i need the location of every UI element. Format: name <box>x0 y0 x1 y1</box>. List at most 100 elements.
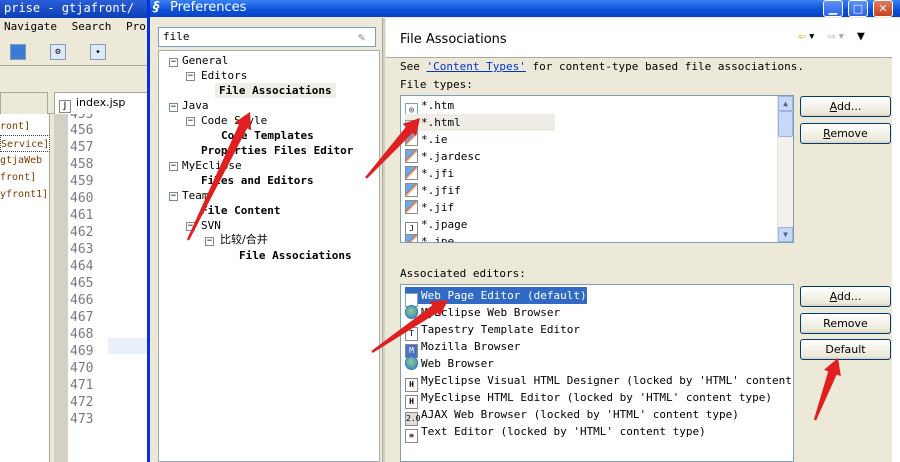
list-item[interactable]: MyEclipse Web Browser <box>405 304 560 321</box>
menu-search[interactable]: Search <box>72 20 112 33</box>
add-file-type-button[interactable]: Add... <box>800 96 891 117</box>
tree-item-team[interactable]: Team <box>182 188 209 203</box>
list-item[interactable]: Web Browser <box>405 355 494 372</box>
tree-item-files-and-editors[interactable]: Files and Editors <box>201 173 314 188</box>
list-item[interactable]: *.jfi <box>405 165 454 182</box>
content-types-link[interactable]: 'Content Types' <box>427 60 526 73</box>
list-item[interactable]: H MyEclipse HTML Editor (locked by 'HTML'… <box>405 389 772 409</box>
collapse-icon[interactable]: − <box>205 237 214 246</box>
tree-item-svn-file-associations[interactable]: File Associations <box>239 248 352 263</box>
editor-tabs: Jindex.jsp <box>0 90 150 114</box>
tree-item-myeclipse[interactable]: MyEclipse <box>182 158 242 173</box>
collapse-icon[interactable]: − <box>186 72 195 81</box>
tree-item-svn[interactable]: SVN <box>201 218 221 233</box>
editor-area[interactable] <box>108 114 150 462</box>
dialog-edge <box>892 18 900 462</box>
image-file-icon <box>405 234 418 242</box>
file-type-label: *.htm <box>421 99 455 112</box>
list-item[interactable]: M Mozilla Browser <box>405 338 521 358</box>
editor-label: Tapestry Template Editor <box>421 323 580 336</box>
list-item[interactable]: ◎ Web Page Editor (default) <box>405 287 587 307</box>
dialog-title: Preferences <box>170 0 247 15</box>
file-types-scrollbar[interactable]: ▲ ▼ <box>777 96 793 242</box>
package-icon[interactable] <box>10 44 26 60</box>
tree-item-java[interactable]: Java <box>182 98 209 113</box>
list-item[interactable]: J *.jpage <box>405 216 468 236</box>
collapse-icon[interactable]: − <box>186 117 195 126</box>
tab-index-jsp[interactable]: Jindex.jsp <box>54 92 150 114</box>
tree-item-compare-merge[interactable]: 比较/合并 <box>220 232 268 247</box>
list-item[interactable]: ≡ Text Editor (locked by 'HTML' content t… <box>405 423 706 443</box>
line-number: 456 <box>70 123 94 138</box>
menu-navigate[interactable]: Navigate <box>4 20 57 33</box>
default-editor-button[interactable]: Default <box>800 339 891 360</box>
editor-label: Mozilla Browser <box>421 340 521 353</box>
ide-title-bar: prise - gtjafront/ <box>0 0 160 18</box>
scroll-thumb[interactable] <box>778 111 793 137</box>
tree-item-file-associations[interactable]: File Associations <box>215 83 336 98</box>
line-number: 459 <box>70 174 94 189</box>
tree-item-properties-files-editor[interactable]: Properties Files Editor <box>201 143 353 158</box>
sash[interactable] <box>382 18 385 462</box>
list-item[interactable]: *.jfif <box>405 182 461 199</box>
explorer-item[interactable]: Service] <box>0 135 50 152</box>
list-item[interactable]: *.jif <box>405 199 454 216</box>
collapse-icon[interactable]: − <box>169 192 178 201</box>
image-file-icon <box>405 149 418 163</box>
content-types-hint: See 'Content Types' for content-type bas… <box>400 60 804 73</box>
globe-icon <box>405 356 418 370</box>
close-button[interactable]: ✕ <box>873 0 893 17</box>
tree-item-code-style[interactable]: Code Style <box>201 113 267 128</box>
explorer-item[interactable]: yfront1] <box>0 186 50 203</box>
scroll-down-icon[interactable]: ▼ <box>778 227 793 242</box>
clear-filter-icon[interactable]: ✎ <box>358 29 372 45</box>
explorer-item[interactable]: ront] <box>0 118 50 135</box>
view-menu-icon[interactable]: ▼ <box>857 29 867 44</box>
list-item[interactable]: ◎ *.htm <box>405 97 455 117</box>
filter-value: file <box>163 30 190 43</box>
list-item[interactable]: *.jpe <box>405 233 455 243</box>
line-number: 457 <box>70 140 94 155</box>
ide-menu-bar: Navigate Search Proje <box>0 18 159 36</box>
collapse-icon[interactable]: − <box>169 162 178 171</box>
collapse-icon[interactable]: − <box>186 222 195 231</box>
list-item[interactable]: *.ie <box>405 131 448 148</box>
remove-file-type-button[interactable]: Remove <box>800 123 891 144</box>
image-file-icon <box>405 132 418 146</box>
maximize-button[interactable]: □ <box>848 0 868 17</box>
collapse-icon[interactable]: − <box>169 58 178 67</box>
tree-item-file-content[interactable]: File Content <box>201 203 280 218</box>
explorer-tab[interactable] <box>0 92 48 114</box>
back-arrow-icon[interactable]: ⇦ <box>798 29 808 44</box>
explorer-item[interactable]: front] <box>0 169 50 186</box>
list-item[interactable]: *.jardesc <box>405 148 481 165</box>
run-icon[interactable]: ✦ <box>90 44 106 60</box>
forward-arrow-icon[interactable]: ⇨ <box>827 29 837 44</box>
list-item[interactable]: 2.0AJAX Web Browser (locked by 'HTML' co… <box>405 406 739 426</box>
tree-item-editors[interactable]: Editors <box>201 68 247 83</box>
explorer-item[interactable]: gtjaWeb <box>0 152 50 169</box>
scroll-up-icon[interactable]: ▲ <box>778 96 793 111</box>
line-number: 468 <box>70 327 94 342</box>
associated-editors-list[interactable]: ◎ Web Page Editor (default) MyEclipse Web… <box>400 284 794 462</box>
list-item[interactable]: H MyEclipse Visual HTML Designer (locked … <box>405 372 793 392</box>
file-type-label: *.html <box>421 116 461 129</box>
list-item[interactable]: ◎ *.html <box>405 114 555 134</box>
list-item[interactable]: T Tapestry Template Editor <box>405 321 580 341</box>
add-editor-button[interactable]: Add... <box>800 286 891 307</box>
file-type-label: *.jpe <box>421 235 455 243</box>
remove-editor-button[interactable]: Remove <box>800 313 891 334</box>
file-type-label: *.jpage <box>421 218 468 231</box>
filter-input[interactable]: file ✎ <box>158 27 376 47</box>
line-number: 467 <box>70 310 94 325</box>
server-icon[interactable]: ⚙ <box>50 44 66 60</box>
file-types-list[interactable]: ◎ *.htm ◎ *.html *.ie *.jardesc *.jfi *.jf… <box>400 95 794 243</box>
back-menu-icon[interactable]: ▾ <box>808 29 818 44</box>
tree-item-code-templates[interactable]: Code Templates <box>221 128 314 143</box>
forward-menu-icon[interactable]: ▾ <box>837 29 847 44</box>
tree-item-general[interactable]: General <box>182 53 228 68</box>
explorer-items: ront] Service] gtjaWeb front] yfront1] <box>0 118 50 203</box>
collapse-icon[interactable]: − <box>169 103 178 112</box>
minimize-button[interactable]: ▁ <box>823 0 843 17</box>
dialog-title-bar[interactable]: § Preferences ▁ □ ✕ <box>150 0 900 17</box>
